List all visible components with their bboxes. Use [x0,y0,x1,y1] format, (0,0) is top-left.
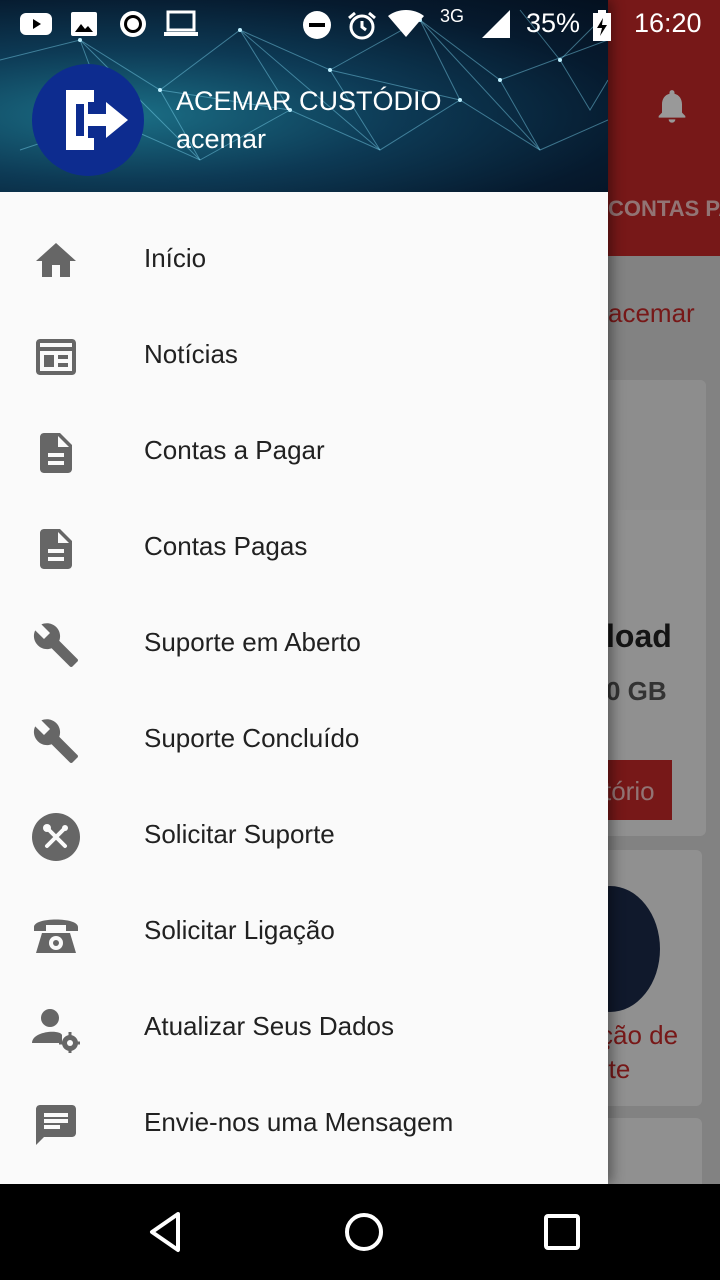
menu-item-suporte-concluido[interactable]: Suporte Concluído [0,691,608,787]
signal-icon [482,10,510,38]
home-icon [36,243,76,277]
menu-item-solicitar-suporte[interactable]: Solicitar Suporte [0,787,608,883]
status-bar: 3G 35% 16:20 [0,0,720,48]
menu-item-suporte-em-aberto[interactable]: Suporte em Aberto [0,595,608,691]
menu-item-label: Solicitar Ligação [144,915,335,945]
menu-item-solicitar-ligacao[interactable]: Solicitar Ligação [0,883,608,979]
phone-icon [34,919,78,953]
menu-item-envie-mensagem[interactable]: Envie-nos uma Mensagem [0,1075,608,1171]
home-circle-icon[interactable] [338,1206,390,1258]
logout-icon [66,90,128,150]
menu-item-atualizar-dados[interactable]: Atualizar Seus Dados [0,979,608,1075]
drawer-menu: Início Notícias Contas a Pagar Contas Pa… [0,211,608,1171]
message-icon [36,1105,76,1145]
tools-circle-icon [32,813,80,861]
menu-item-inicio[interactable]: Início [0,211,608,307]
user-settings-icon [32,1009,80,1053]
clock: 16:20 [634,8,702,38]
menu-item-label: Solicitar Suporte [144,819,335,849]
wrench-icon [33,719,78,763]
wrench-icon [33,623,78,667]
menu-item-label: Notícias [144,339,238,369]
laptop-icon [164,10,198,36]
back-icon[interactable] [140,1206,192,1258]
menu-item-label: Suporte em Aberto [144,627,361,657]
document-icon [40,433,72,473]
system-navigation-bar [0,1184,720,1280]
menu-item-label: Contas Pagas [144,531,308,561]
menu-item-label: Atualizar Seus Dados [144,1011,395,1041]
do-not-disturb-icon [303,11,331,39]
user-name: ACEMAR CUSTÓDIO [176,86,442,116]
recents-icon[interactable] [536,1206,588,1258]
menu-item-contas-a-pagar[interactable]: Contas a Pagar [0,403,608,499]
document-icon [40,529,72,569]
user-login: acemar [176,124,267,154]
image-icon [71,12,97,36]
wifi-icon [388,10,424,37]
avatar[interactable] [32,64,144,176]
menu-item-label: Contas a Pagar [144,435,325,465]
record-icon [120,11,146,37]
menu-item-noticias[interactable]: Notícias [0,307,608,403]
battery-charging-icon [593,10,611,41]
navigation-drawer: ACEMAR CUSTÓDIO acemar Início Notícias C… [0,0,608,1184]
youtube-icon [20,13,52,35]
menu-item-label: Suporte Concluído [144,723,360,753]
battery-percent: 35% [526,8,581,38]
news-icon [36,339,76,375]
network-type: 3G [440,6,465,26]
menu-item-contas-pagas[interactable]: Contas Pagas [0,499,608,595]
menu-item-label: Envie-nos uma Mensagem [144,1107,454,1137]
menu-item-label: Início [144,243,207,273]
alarm-icon [348,11,376,40]
